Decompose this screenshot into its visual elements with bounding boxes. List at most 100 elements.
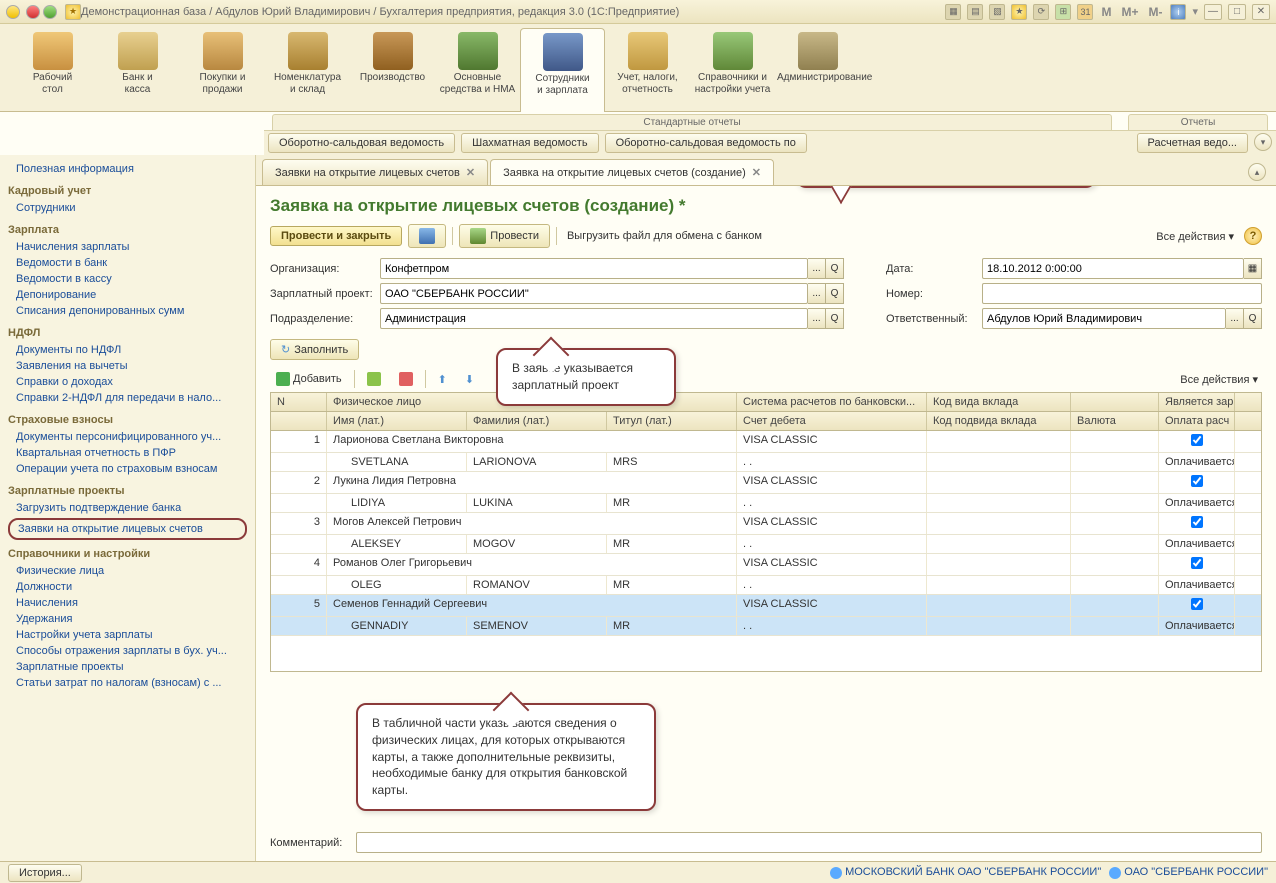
close-button[interactable]: ✕ — [1252, 4, 1270, 20]
resp-select-icon[interactable]: ... — [1226, 308, 1244, 329]
submenu-item[interactable]: Оборотно-сальдовая ведомость — [268, 133, 455, 153]
section-nomenclature[interactable]: Номенклатураи склад — [265, 28, 350, 111]
col-tit[interactable]: Титул (лат.) — [607, 412, 737, 430]
date-input[interactable] — [982, 258, 1244, 279]
add-row-button[interactable]: Добавить — [270, 370, 348, 388]
col-flag[interactable]: Является зар — [1159, 393, 1235, 411]
section-sales[interactable]: Покупки ипродажи — [180, 28, 265, 111]
sidebar-link[interactable]: Ведомости в банк — [8, 255, 247, 271]
col-n-2[interactable] — [271, 412, 327, 430]
row-checkbox[interactable] — [1191, 557, 1203, 569]
sidebar-link[interactable]: Начисления зарплаты — [8, 239, 247, 255]
sidebar-link[interactable]: Документы персонифицированного уч... — [8, 429, 247, 445]
status-link-1[interactable]: МОСКОВСКИЙ БАНК ОАО "СБЕРБАНК РОССИИ" — [830, 866, 1101, 878]
section-assets[interactable]: Основныесредства и НМА — [435, 28, 520, 111]
fill-button[interactable]: ↻ Заполнить — [270, 339, 359, 360]
date-picker-icon[interactable]: ▦ — [1244, 258, 1262, 279]
post-button[interactable]: Провести — [459, 224, 550, 248]
info-icon[interactable]: i — [1170, 4, 1186, 20]
proj-input[interactable] — [380, 283, 808, 304]
help-icon[interactable]: ? — [1244, 227, 1262, 245]
sidebar-link[interactable]: Начисления — [8, 595, 247, 611]
table-row[interactable]: 4Романов Олег ГригорьевичVISA CLASSIC — [271, 554, 1261, 576]
table-row[interactable]: 1Ларионова Светлана ВикторовнаVISA CLASS… — [271, 431, 1261, 453]
resp-search-icon[interactable]: Q — [1244, 308, 1262, 329]
col-kod[interactable]: Код вида вклада — [927, 393, 1071, 411]
table-row-sub[interactable]: LIDIYALUKINAMR. .Оплачивается — [271, 494, 1261, 513]
nav-forward[interactable] — [43, 5, 57, 19]
calc-icon[interactable]: ⊞ — [1055, 4, 1071, 20]
tabs-collapse-icon[interactable]: ▴ — [1248, 163, 1266, 181]
doc-tab-active[interactable]: Заявка на открытие лицевых счетов (созда… — [490, 159, 774, 185]
comment-input[interactable] — [356, 832, 1262, 853]
col-sys[interactable]: Система расчетов по банковски... — [737, 393, 927, 411]
row-checkbox[interactable] — [1191, 598, 1203, 610]
move-up-button[interactable]: ⬆ — [432, 371, 453, 388]
sidebar-link[interactable]: Справки 2-НДФЛ для передачи в нало... — [8, 390, 247, 406]
sidebar-link[interactable]: Зарплатные проекты — [8, 659, 247, 675]
submenu-more-icon[interactable]: ▾ — [1254, 133, 1272, 151]
mem-mminus[interactable]: M- — [1146, 5, 1164, 19]
minimize-button[interactable]: — — [1204, 4, 1222, 20]
submenu-item[interactable]: Расчетная ведо... — [1137, 133, 1249, 153]
section-bank[interactable]: Банк икасса — [95, 28, 180, 111]
submenu-item[interactable]: Оборотно-сальдовая ведомость по — [605, 133, 807, 153]
sidebar-link[interactable]: Справки о доходах — [8, 374, 247, 390]
history-icon[interactable]: ⟳ — [1033, 4, 1049, 20]
row-checkbox[interactable] — [1191, 434, 1203, 446]
table-row-sub[interactable]: ALEKSEYMOGOVMR. .Оплачивается — [271, 535, 1261, 554]
sidebar-link[interactable]: Квартальная отчетность в ПФР — [8, 445, 247, 461]
mem-mplus[interactable]: M+ — [1119, 5, 1140, 19]
sidebar-link[interactable]: Заявки на открытие лицевых счетов — [8, 518, 247, 540]
section-desktop[interactable]: Рабочийстол — [10, 28, 95, 111]
sidebar-link[interactable]: Ведомости в кассу — [8, 271, 247, 287]
section-hr[interactable]: Сотрудникии зарплата — [520, 28, 605, 112]
fav-icon[interactable]: ★ — [1011, 4, 1027, 20]
status-link-2[interactable]: ОАО "СБЕРБАНК РОССИИ" — [1109, 866, 1268, 878]
dept-select-icon[interactable]: ... — [808, 308, 826, 329]
table-row[interactable]: 5Семенов Геннадий СергеевичVISA CLASSIC — [271, 595, 1261, 617]
export-file-link[interactable]: Выгрузить файл для обмена с банком — [563, 230, 766, 242]
calendar-icon[interactable]: 31 — [1077, 4, 1093, 20]
sidebar-link[interactable]: Операции учета по страховым взносам — [8, 461, 247, 477]
col-n[interactable]: N — [271, 393, 327, 411]
save-button[interactable] — [408, 224, 446, 248]
table-row[interactable]: 3Могов Алексей ПетровичVISA CLASSIC — [271, 513, 1261, 535]
org-input[interactable] — [380, 258, 808, 279]
col-acc[interactable]: Счет дебета — [737, 412, 927, 430]
close-tab-icon[interactable]: ✕ — [466, 166, 475, 179]
maximize-button[interactable]: □ — [1228, 4, 1246, 20]
nav-back[interactable] — [26, 5, 40, 19]
table-row-sub[interactable]: GENNADIYSEMENOVMR. .Оплачивается — [271, 617, 1261, 636]
sidebar-link[interactable]: Физические лица — [8, 563, 247, 579]
mem-m[interactable]: M — [1099, 5, 1113, 19]
num-input[interactable] — [982, 283, 1262, 304]
col-flag2[interactable]: Оплата расч — [1159, 412, 1235, 430]
submenu-item[interactable]: Шахматная ведомость — [461, 133, 598, 153]
post-and-close-button[interactable]: Провести и закрыть — [270, 226, 402, 246]
sidebar-link[interactable]: Полезная информация — [8, 161, 247, 177]
grid-all-actions[interactable]: Все действия ▾ — [1176, 373, 1262, 386]
move-down-button[interactable]: ⬇ — [459, 371, 480, 388]
dept-search-icon[interactable]: Q — [826, 308, 844, 329]
table-row-sub[interactable]: SVETLANALARIONOVAMRS. .Оплачивается — [271, 453, 1261, 472]
org-select-icon[interactable]: ... — [808, 258, 826, 279]
all-actions-link[interactable]: Все действия ▾ — [1152, 230, 1238, 243]
col-val[interactable]: Валюта — [1071, 412, 1159, 430]
col-name[interactable]: Имя (лат.) — [327, 412, 467, 430]
tool-icon-1[interactable]: ▦ — [945, 4, 961, 20]
history-button[interactable]: История... — [8, 864, 82, 882]
tool-icon-3[interactable]: ▧ — [989, 4, 1005, 20]
sidebar-link[interactable]: Удержания — [8, 611, 247, 627]
section-refs[interactable]: Справочники инастройки учета — [690, 28, 775, 111]
section-production[interactable]: Производство — [350, 28, 435, 111]
tool-icon-2[interactable]: ▤ — [967, 4, 983, 20]
row-checkbox[interactable] — [1191, 475, 1203, 487]
sidebar-link[interactable]: Депонирование — [8, 287, 247, 303]
delete-row-button[interactable] — [393, 370, 419, 388]
sidebar-link[interactable]: Настройки учета зарплаты — [8, 627, 247, 643]
sidebar-link[interactable]: Сотрудники — [8, 200, 247, 216]
copy-row-button[interactable] — [361, 370, 387, 388]
doc-tab[interactable]: Заявки на открытие лицевых счетов ✕ — [262, 159, 488, 185]
proj-select-icon[interactable]: ... — [808, 283, 826, 304]
